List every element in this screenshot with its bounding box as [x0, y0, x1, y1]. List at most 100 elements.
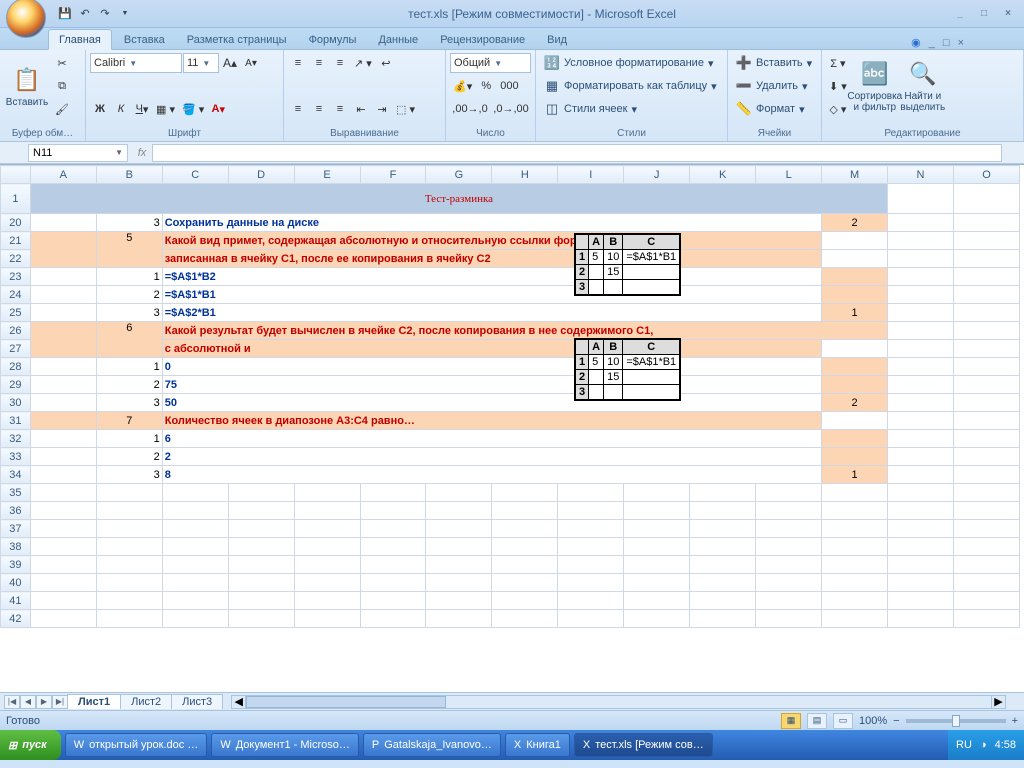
decrease-decimal-icon[interactable]: ,0→,00	[491, 99, 531, 119]
cell[interactable]: =$A$1*B2	[162, 268, 821, 286]
cell[interactable]: 8	[162, 466, 821, 484]
percent-icon[interactable]: %	[476, 76, 496, 96]
comma-icon[interactable]: 000	[497, 76, 521, 96]
cell[interactable]: 0	[162, 358, 821, 376]
col-header[interactable]: K	[690, 166, 756, 184]
autosum-icon[interactable]: Σ ▾	[826, 53, 850, 73]
doc-close-button[interactable]: ×	[958, 37, 964, 49]
horizontal-scrollbar[interactable]: ◀▶	[231, 695, 1006, 709]
align-middle-icon[interactable]: ≡	[309, 53, 329, 73]
cell[interactable]: Количество ячеек в диапозоне А3:С4 равно…	[162, 412, 821, 430]
col-header[interactable]: A	[30, 166, 96, 184]
shrink-font-icon[interactable]: A▾	[241, 53, 261, 73]
cell[interactable]: 2	[96, 286, 162, 304]
bold-button[interactable]: Ж	[90, 99, 110, 119]
delete-cells-button[interactable]: ➖Удалить ▾	[732, 76, 817, 96]
cell[interactable]: 2	[96, 376, 162, 394]
row-header[interactable]: 23	[1, 268, 31, 286]
formula-input[interactable]	[152, 144, 1002, 162]
format-painter-icon[interactable]: 🖌	[52, 99, 72, 119]
row-header[interactable]: 24	[1, 286, 31, 304]
close-button[interactable]: ×	[998, 6, 1018, 22]
row-header[interactable]: 26	[1, 322, 31, 340]
border-button[interactable]: ▦ ▾	[153, 99, 178, 119]
col-header[interactable]: H	[492, 166, 558, 184]
col-header[interactable]: C	[162, 166, 228, 184]
minimize-button[interactable]: _	[950, 6, 970, 22]
italic-button[interactable]: К	[111, 99, 131, 119]
tab-review[interactable]: Рецензирование	[430, 30, 535, 49]
zoom-in-icon[interactable]: +	[1012, 715, 1018, 727]
cell[interactable]: 1	[96, 430, 162, 448]
col-header[interactable]: I	[558, 166, 624, 184]
row-header[interactable]: 31	[1, 412, 31, 430]
row-header[interactable]: 1	[1, 184, 31, 214]
cell[interactable]: 2	[822, 214, 888, 232]
copy-icon[interactable]: ⧉	[52, 76, 72, 96]
cell[interactable]: 1	[822, 304, 888, 322]
taskbar-item[interactable]: XКнига1	[505, 733, 570, 757]
find-select-button[interactable]: 🔍Найти и выделить	[900, 53, 946, 119]
taskbar-item[interactable]: Xтест.xls [Режим сов…	[574, 733, 713, 757]
row-header[interactable]: 33	[1, 448, 31, 466]
cell-styles-button[interactable]: ◫Стили ячеек ▾	[540, 99, 723, 119]
align-bottom-icon[interactable]: ≡	[330, 53, 350, 73]
sheet-tab[interactable]: Лист3	[171, 694, 223, 709]
cell[interactable]: 1	[822, 466, 888, 484]
col-header[interactable]: G	[426, 166, 492, 184]
row-header[interactable]: 42	[1, 610, 31, 628]
col-header[interactable]: D	[228, 166, 294, 184]
orientation-icon[interactable]: ↗ ▾	[351, 53, 375, 73]
scrollbar-thumb[interactable]	[246, 696, 446, 708]
row-header[interactable]: 41	[1, 592, 31, 610]
cell[interactable]: 6	[162, 430, 821, 448]
col-header[interactable]: E	[294, 166, 360, 184]
align-left-icon[interactable]: ≡	[288, 99, 308, 119]
row-header[interactable]: 40	[1, 574, 31, 592]
taskbar-item[interactable]: PGatalskaja_Ivanovo…	[363, 733, 501, 757]
row-header[interactable]: 39	[1, 556, 31, 574]
underline-button[interactable]: Ч ▾	[132, 99, 152, 119]
format-cells-button[interactable]: 📏Формат ▾	[732, 99, 817, 119]
doc-restore-button[interactable]: □	[943, 37, 950, 49]
zoom-out-icon[interactable]: −	[893, 715, 899, 727]
tray-lang[interactable]: RU	[956, 739, 972, 751]
fill-color-button[interactable]: 🪣 ▾	[179, 99, 207, 119]
cell[interactable]: 6	[96, 322, 162, 358]
tray-icon[interactable]: ◑	[980, 739, 987, 751]
col-header[interactable]: L	[756, 166, 822, 184]
sheet-nav-last-icon[interactable]: ▶|	[52, 695, 68, 709]
row-header[interactable]: 25	[1, 304, 31, 322]
qat-dropdown-icon[interactable]: ▼	[116, 5, 134, 23]
col-header[interactable]: F	[360, 166, 426, 184]
cell[interactable]: 75	[162, 376, 821, 394]
restore-button[interactable]: □	[974, 6, 994, 22]
zoom-thumb[interactable]	[952, 715, 960, 727]
clear-icon[interactable]: ◇ ▾	[826, 99, 850, 119]
cell[interactable]: 1	[96, 268, 162, 286]
row-header[interactable]: 38	[1, 538, 31, 556]
row-header[interactable]: 30	[1, 394, 31, 412]
select-all-button[interactable]	[1, 166, 31, 184]
name-box[interactable]: N11▼	[28, 144, 128, 162]
tray-clock[interactable]: 4:58	[995, 739, 1016, 751]
paste-button[interactable]: 📋 Вставить	[4, 53, 50, 119]
align-center-icon[interactable]: ≡	[309, 99, 329, 119]
align-right-icon[interactable]: ≡	[330, 99, 350, 119]
help-icon[interactable]: ◉	[911, 36, 921, 49]
indent-dec-icon[interactable]: ⇤	[351, 99, 371, 119]
tab-layout[interactable]: Разметка страницы	[177, 30, 297, 49]
save-icon[interactable]: 💾	[56, 5, 74, 23]
view-page-layout-icon[interactable]: ▤	[807, 713, 827, 729]
currency-icon[interactable]: 💰▾	[450, 76, 475, 96]
cell[interactable]: 3	[96, 304, 162, 322]
redo-icon[interactable]: ↷	[96, 5, 114, 23]
zoom-slider[interactable]	[906, 719, 1006, 723]
cell[interactable]: Какой результат будет вычислен в ячейке …	[162, 322, 887, 340]
row-header[interactable]: 22	[1, 250, 31, 268]
row-header[interactable]: 28	[1, 358, 31, 376]
insert-cells-button[interactable]: ➕Вставить ▾	[732, 53, 817, 73]
cell[interactable]: Какой вид примет, содержащая абсолютную …	[162, 232, 821, 250]
col-header[interactable]: N	[888, 166, 954, 184]
row-header[interactable]: 27	[1, 340, 31, 358]
